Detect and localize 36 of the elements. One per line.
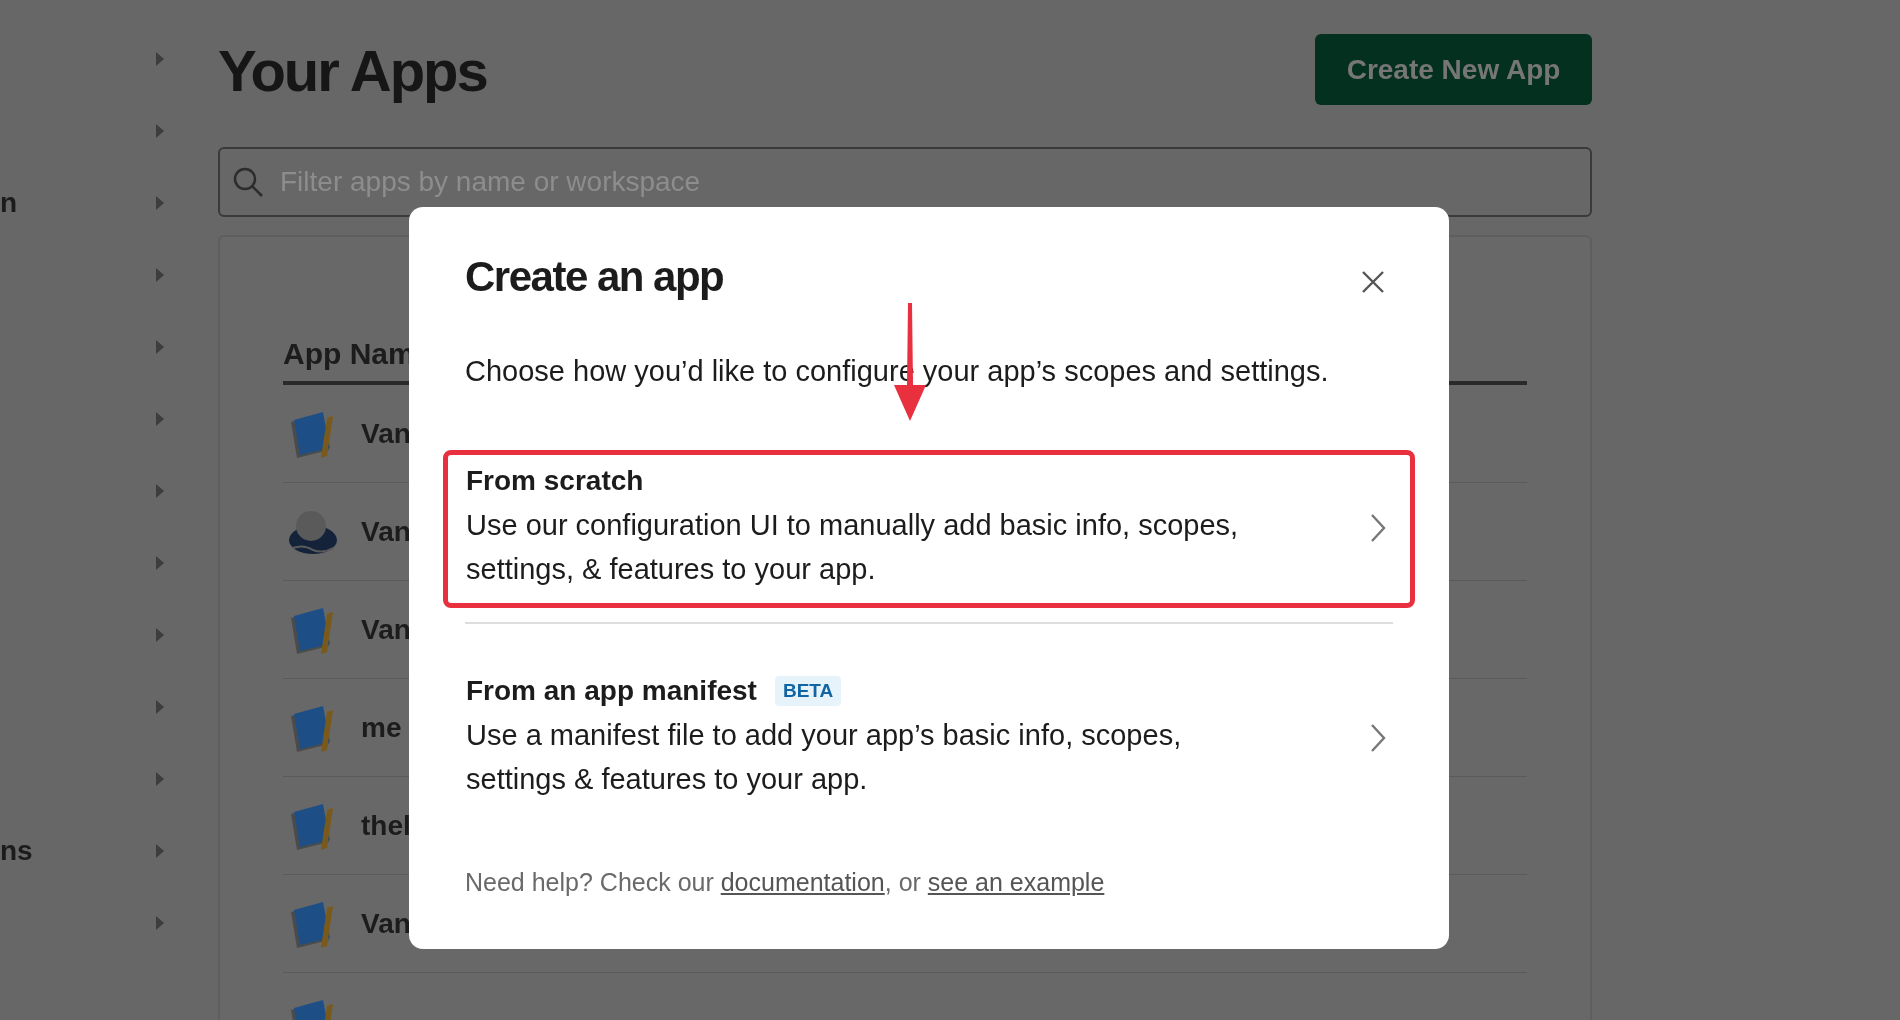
option-description: Use a manifest file to add your app’s basic info, scopes, settings & features to your app. bbox=[466, 718, 1183, 797]
expand-arrow-icon[interactable] bbox=[156, 628, 164, 642]
option-description: Use our configuration UI to manually add basic info, scopes, settings, & features to your app. bbox=[466, 508, 1240, 587]
expand-arrow-icon[interactable] bbox=[156, 484, 164, 498]
beta-badge: BETA bbox=[774, 676, 842, 706]
app-name[interactable]: Van bbox=[361, 515, 411, 548]
option-title: From scratch bbox=[466, 465, 644, 497]
sidebar-label[interactable]: n bbox=[0, 187, 18, 219]
option-title: From an app manifest bbox=[466, 675, 757, 707]
expand-arrow-icon[interactable] bbox=[156, 196, 164, 210]
expand-arrow-icon[interactable] bbox=[156, 772, 164, 786]
close-icon[interactable] bbox=[1361, 270, 1385, 294]
expand-arrow-icon[interactable] bbox=[156, 268, 164, 282]
expand-arrow-icon[interactable] bbox=[156, 412, 164, 426]
expand-arrow-icon[interactable] bbox=[156, 124, 164, 138]
dialog-title: Create an app bbox=[465, 253, 724, 301]
expand-arrow-icon[interactable] bbox=[156, 52, 164, 66]
search-icon bbox=[232, 166, 264, 198]
app-name[interactable]: Van bbox=[361, 417, 411, 450]
create-app-button[interactable]: Create New App bbox=[1315, 34, 1592, 105]
expand-arrow-icon[interactable] bbox=[156, 340, 164, 354]
app-name[interactable]: Van bbox=[361, 613, 411, 646]
expand-arrow-icon[interactable] bbox=[156, 556, 164, 570]
expand-arrow-icon[interactable] bbox=[156, 844, 164, 858]
sidebar-label[interactable]: ns bbox=[0, 835, 33, 867]
help-text: Need help? Check our documentation, or see an example bbox=[465, 868, 1106, 897]
expand-arrow-icon[interactable] bbox=[156, 916, 164, 930]
expand-arrow-icon[interactable] bbox=[156, 700, 164, 714]
app-name[interactable]: me bbox=[361, 711, 402, 744]
app-option[interactable]: From an app manifest BETA Use a manifest file to add your app’s basic info, scopes, settings & features to your app. bbox=[443, 660, 1415, 818]
documentation-link[interactable]: documentation bbox=[720, 868, 885, 896]
chevron-right-icon bbox=[1370, 513, 1386, 543]
example-link[interactable]: see an example bbox=[927, 868, 1105, 896]
chevron-right-icon bbox=[1370, 723, 1386, 753]
app-option[interactable]: From scratch Use our configuration UI to manually add basic info, scopes, settings, & features to your app. bbox=[443, 450, 1415, 608]
app-name[interactable]: Van bbox=[361, 907, 411, 940]
